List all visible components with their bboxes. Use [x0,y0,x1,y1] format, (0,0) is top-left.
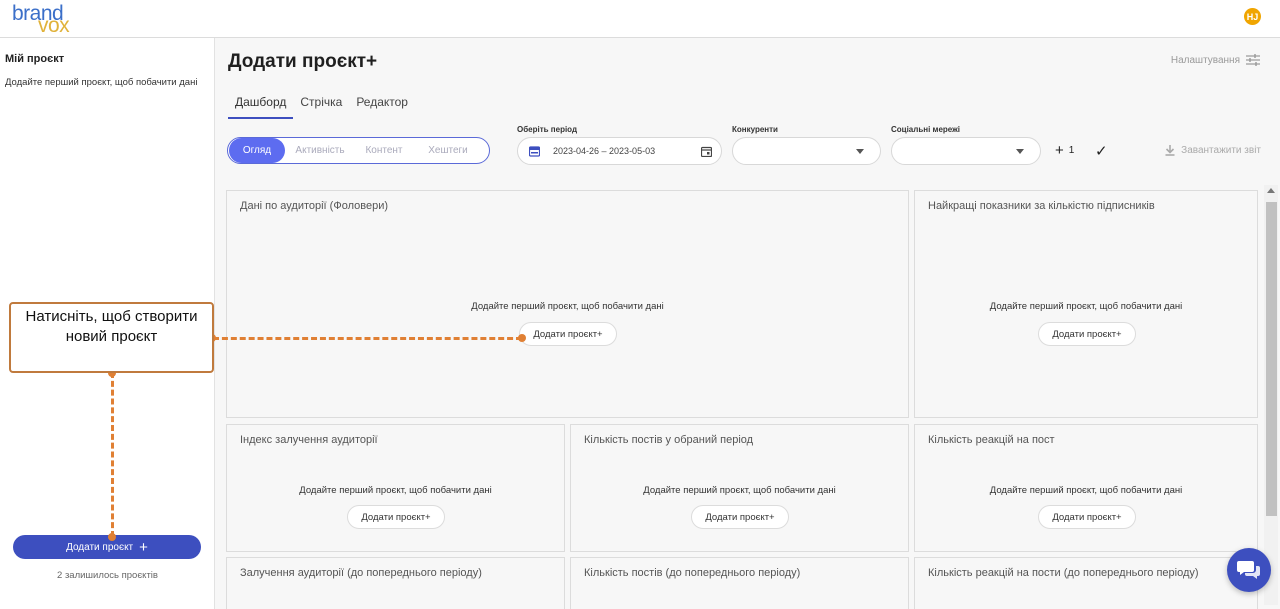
competitors-select[interactable] [732,137,881,165]
added-count: 1 [1068,145,1075,156]
segment-content[interactable]: Контент [352,145,416,156]
callout-connector-vertical [111,372,114,537]
segment-overview[interactable]: Огляд [229,138,285,163]
add-project-label: Додати проєкт [66,541,134,553]
card-audience-followers: Дані по аудиторії (Фоловери) Додайте пер… [226,190,909,418]
period-value: 2023-04-26 – 2023-05-03 [553,146,656,156]
sidebar-empty-text: Додайте перший проєкт, щоб побачити дані [5,77,198,88]
sidebar-title: Мій проєкт [5,53,65,65]
logo-vox-text: vox [38,14,70,37]
segment-activity[interactable]: Активність [288,145,352,156]
card-title: Індекс залучення аудиторії [240,434,378,446]
calendar-icon [701,146,712,157]
download-label: Завантажити звіт [1181,145,1261,156]
settings-label: Налаштування [1170,54,1240,66]
card-empty-text: Додайте перший проєкт, щоб побачити дані [643,485,836,496]
card-title: Кількість реакцій на пост [928,434,1055,446]
card-add-project-button[interactable]: Додати проєкт+ [1038,505,1136,529]
card-title: Кількість постів (до попереднього період… [584,567,801,579]
competitors-label: Конкуренти [732,125,778,134]
top-bar: brand vox HJ [0,0,1280,38]
chat-button[interactable] [1227,548,1271,592]
scrollbar-thumb[interactable] [1266,202,1277,516]
networks-label: Соціальні мережі [891,125,961,134]
card-add-project-button[interactable]: Додати проєкт+ [519,322,617,346]
card-title: Кількість постів у обраний період [584,434,754,446]
card-add-project-button[interactable]: Додати проєкт+ [1038,322,1136,346]
callout-connector-horizontal [213,337,522,340]
card-engagement-vs-previous: Залучення аудиторії (до попереднього пер… [226,557,565,609]
main-area: Додати проєкт+ Налаштування Дашборд Стрі… [215,38,1280,609]
chevron-down-icon [1016,149,1024,154]
sliders-icon [1246,54,1260,66]
tab-feed[interactable]: Стрічка [293,92,349,119]
chat-bubbles-icon [1237,561,1260,579]
add-competitor-button[interactable]: + 1 [1055,142,1074,159]
tab-dashboard[interactable]: Дашборд [228,92,294,119]
download-report-button[interactable]: Завантажити звіт [1165,145,1261,156]
card-posts-count: Кількість постів у обраний період Додайт… [570,424,909,552]
card-title: Дані по аудиторії (Фоловери) [240,200,388,212]
user-avatar[interactable]: HJ [1244,8,1261,25]
apply-check-icon[interactable]: ✓ [1095,142,1108,160]
chevron-down-icon [856,149,864,154]
card-empty-text: Додайте перший проєкт, щоб побачити дані [989,485,1183,496]
card-engagement-index: Індекс залучення аудиторії Додайте перши… [226,424,565,552]
settings-link[interactable]: Налаштування [1171,54,1260,66]
card-title: Залучення аудиторії (до попереднього пер… [240,567,482,579]
scroll-up-icon[interactable] [1267,188,1275,193]
card-posts-vs-previous: Кількість постів (до попереднього період… [570,557,909,609]
calendar-range-icon [529,146,540,157]
page-title[interactable]: Додати проєкт+ [228,51,377,73]
projects-remaining: 2 залишилось проєктів [57,570,158,581]
card-add-project-button[interactable]: Додати проєкт+ [347,505,445,529]
plus-icon: + [139,538,148,556]
brandvox-logo[interactable]: brand vox [12,2,82,37]
card-title: Кількість реакцій на пости (до попереднь… [928,567,1199,579]
card-add-project-button[interactable]: Додати проєкт+ [691,505,789,529]
connector-dot [108,533,116,541]
period-label: Оберіть період [517,125,578,134]
card-title: Найкращі показники за кількістю підписни… [928,200,1155,212]
card-empty-text: Додайте перший проєкт, щоб побачити дані [989,301,1183,312]
plus-icon: + [1055,142,1064,159]
add-project-button[interactable]: Додати проєкт + [13,535,201,559]
view-segmented-control: Огляд Активність Контент Хештеги [227,137,490,164]
connector-dot [518,334,526,342]
main-tabs: Дашборд Стрічка Редактор [228,92,415,119]
segment-hashtags[interactable]: Хештеги [416,145,480,156]
networks-select[interactable] [891,137,1041,165]
card-empty-text: Додайте перший проєкт, щоб побачити дані [299,485,492,496]
tutorial-callout: Натисніть, щоб створити новий проєкт [9,302,214,373]
tab-editor[interactable]: Редактор [349,92,415,119]
card-reactions-vs-previous: Кількість реакцій на пости (до попереднь… [914,557,1258,609]
card-reactions-per-post: Кількість реакцій на пост Додайте перший… [914,424,1258,552]
card-top-followers: Найкращі показники за кількістю підписни… [914,190,1258,418]
period-picker[interactable]: 2023-04-26 – 2023-05-03 [517,137,722,165]
download-icon [1165,145,1175,156]
card-empty-text: Додайте перший проєкт, щоб побачити дані [471,301,664,312]
